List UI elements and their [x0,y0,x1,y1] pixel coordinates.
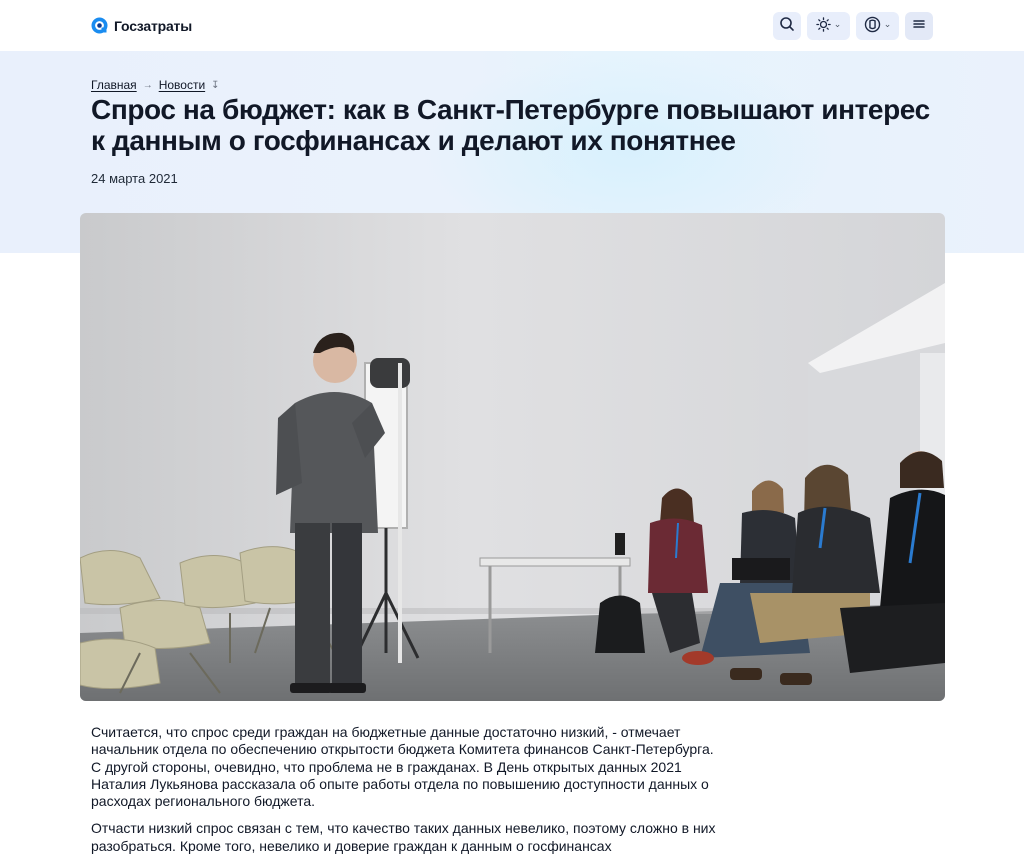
article-body: Считается, что спрос среди граждан на бю… [91,724,721,865]
theme-toggle-button[interactable]: ⌄ [807,11,850,40]
brand-logo-link[interactable]: Госзатраты [91,17,192,34]
sun-icon [816,16,831,35]
logo-icon [91,17,108,34]
article-paragraph: Считается, что спрос среди граждан на бю… [91,724,714,810]
menu-icon [912,18,926,33]
search-button[interactable] [773,11,801,40]
accessibility-button[interactable]: ⌄ [856,11,899,40]
chevron-down-icon: ⌄ [883,19,892,29]
chevron-down-icon: ⌄ [833,19,842,29]
breadcrumb: Главная → Новости ↧ [91,78,220,92]
article-photo [80,213,945,701]
brand-name: Госзатраты [114,17,192,34]
breadcrumb-news-link[interactable]: Новости [159,78,205,92]
accessibility-icon [864,16,881,36]
menu-button[interactable] [905,11,933,40]
page-title: Спрос на бюджет: как в Санкт-Петербурге … [91,94,930,156]
publish-date: 24 марта 2021 [91,171,178,186]
header-actions: ⌄ ⌄ [773,11,933,40]
breadcrumb-home-link[interactable]: Главная [91,78,137,92]
article-paragraph: Отчасти низкий спрос связан с тем, что к… [91,820,716,854]
arrow-down-icon: ↧ [211,79,220,91]
site-header: Госзатраты ⌄ ⌄ [0,0,1024,51]
search-icon [779,16,795,35]
arrow-right-icon: → [142,79,153,91]
